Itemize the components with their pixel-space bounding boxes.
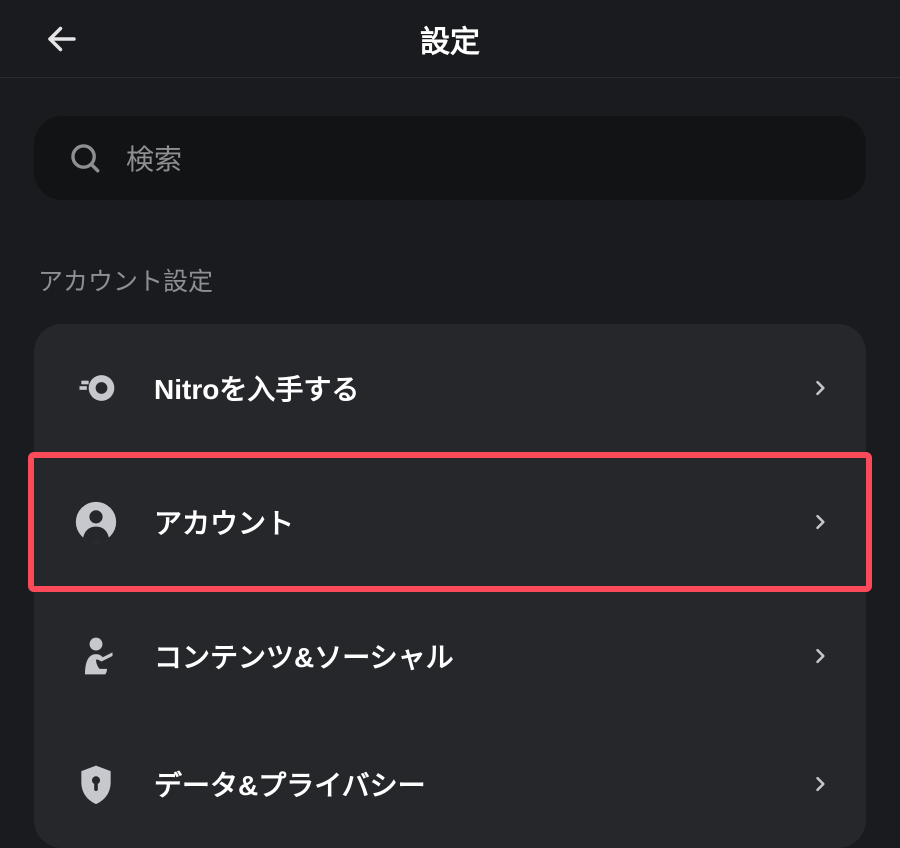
settings-row-nitro[interactable]: Nitroを入手する xyxy=(34,324,866,452)
nitro-icon xyxy=(74,366,118,410)
search-icon xyxy=(68,141,102,175)
shield-icon xyxy=(74,762,118,806)
settings-list: Nitroを入手する アカウント xyxy=(34,324,866,848)
settings-row-label: コンテンツ&ソーシャル xyxy=(154,636,810,676)
chevron-right-icon xyxy=(810,774,830,794)
content: 検索 アカウント設定 Nitroを入手する xyxy=(0,78,900,848)
settings-row-label: データ&プライバシー xyxy=(154,764,810,804)
arrow-left-icon xyxy=(44,21,80,57)
search-input[interactable]: 検索 xyxy=(34,116,866,200)
chevron-right-icon xyxy=(810,646,830,666)
section-label: アカウント設定 xyxy=(38,262,866,298)
social-icon xyxy=(74,634,118,678)
settings-row-data-privacy[interactable]: データ&プライバシー xyxy=(34,720,866,848)
person-icon xyxy=(74,500,118,544)
settings-row-account[interactable]: アカウント xyxy=(28,452,872,592)
settings-row-label: Nitroを入手する xyxy=(154,368,810,408)
page-title: 設定 xyxy=(420,17,480,61)
chevron-right-icon xyxy=(810,512,830,532)
settings-row-content-social[interactable]: コンテンツ&ソーシャル xyxy=(34,592,866,720)
header: 設定 xyxy=(0,0,900,78)
settings-row-label: アカウント xyxy=(154,502,810,542)
chevron-right-icon xyxy=(810,378,830,398)
search-placeholder: 検索 xyxy=(126,138,182,178)
back-button[interactable] xyxy=(40,17,84,61)
